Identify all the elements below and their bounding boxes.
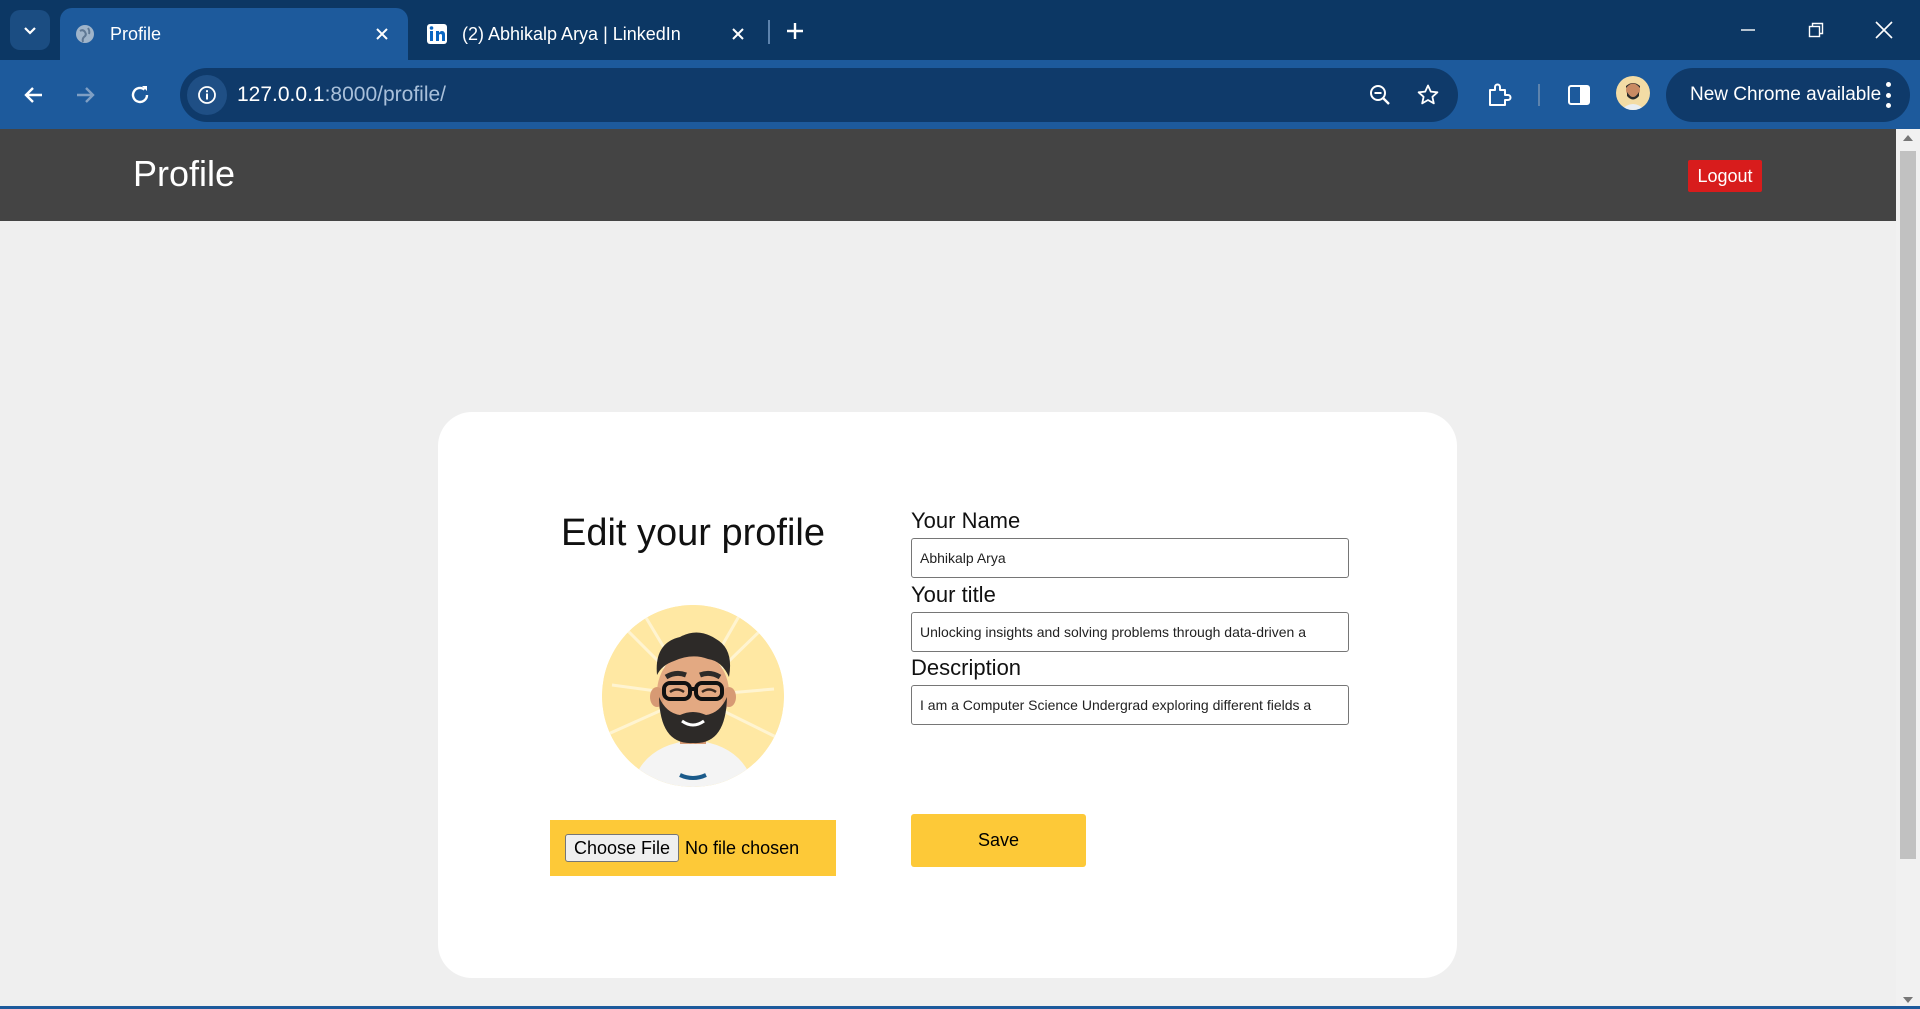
linkedin-icon [426,23,448,45]
address-bar[interactable]: 127.0.0.1:8000/profile/ [180,68,1458,122]
tab-separator [768,20,770,44]
chrome-update-label: New Chrome available [1690,84,1882,105]
scroll-up-icon[interactable] [1896,129,1920,147]
url-host: 127.0.0.1 [237,83,325,106]
star-icon[interactable] [1404,71,1452,119]
zoom-icon[interactable] [1356,71,1404,119]
extensions-icon[interactable] [1478,74,1520,116]
restore-button[interactable] [1782,0,1850,60]
more-menu-icon[interactable] [1884,82,1892,108]
description-label: Description [911,655,1022,680]
new-tab-button[interactable] [778,14,812,48]
side-panel-icon[interactable] [1558,74,1600,116]
close-window-button[interactable] [1850,0,1918,60]
chrome-update-button[interactable]: New Chrome available [1666,68,1910,122]
profile-picture [602,605,784,787]
tab-strip: Profile (2) Abhikalp Arya | LinkedIn [0,0,1920,60]
file-status: No file chosen [685,837,800,858]
file-upload[interactable]: Choose File No file chosen [550,820,836,876]
close-icon[interactable] [726,22,750,46]
choose-file-button[interactable]: Choose File [565,834,680,862]
title-label: Your title [911,582,996,607]
logout-button[interactable]: Logout [1688,160,1762,192]
reload-icon [131,86,149,104]
title-input[interactable]: Unlocking insights and solving problems … [911,612,1349,652]
chevron-down-icon [24,27,36,35]
scroll-thumb[interactable] [1900,151,1916,859]
profile-avatar[interactable] [1616,76,1650,110]
name-label: Your Name [911,508,1021,533]
arrow-right-icon [77,87,95,103]
globe-icon [74,23,96,45]
tab-linkedin[interactable]: (2) Abhikalp Arya | LinkedIn [412,8,764,60]
minimize-button[interactable] [1714,0,1782,60]
navbar-brand[interactable]: Profile [133,153,235,195]
form-heading: Edit your profile [560,512,825,554]
url-text[interactable]: 127.0.0.1:8000/profile/ [237,83,1356,107]
forward-button[interactable] [65,74,107,116]
site-info-icon[interactable] [187,75,227,115]
site-navbar: Profile Logout [0,129,1896,221]
reload-button[interactable] [119,74,161,116]
name-input[interactable]: Abhikalp Arya [911,538,1349,578]
tab-title: Profile [110,23,162,44]
tab-search-button[interactable] [10,10,50,50]
tab-profile[interactable]: Profile [60,8,408,60]
plus-icon [787,23,803,39]
tab-title: (2) Abhikalp Arya | LinkedIn [462,23,681,44]
toolbar-separator [1538,84,1540,106]
close-icon [1875,21,1893,39]
url-path: :8000/profile/ [324,83,447,106]
description-input[interactable]: I am a Computer Science Undergrad explor… [911,685,1349,725]
arrow-left-icon [24,87,42,103]
page-viewport: Profile Logout Edit your profile Choose … [0,129,1896,1009]
restore-icon [1808,22,1824,38]
page-scrollbar[interactable] [1896,129,1920,1009]
browser-toolbar: 127.0.0.1:8000/profile/ New Chrome avail… [0,60,1920,129]
save-button[interactable]: Save [911,814,1086,867]
back-button[interactable] [12,74,54,116]
minimize-icon [1741,29,1755,31]
close-icon[interactable] [370,22,394,46]
profile-card: Edit your profile Choose File No file ch… [438,412,1457,978]
